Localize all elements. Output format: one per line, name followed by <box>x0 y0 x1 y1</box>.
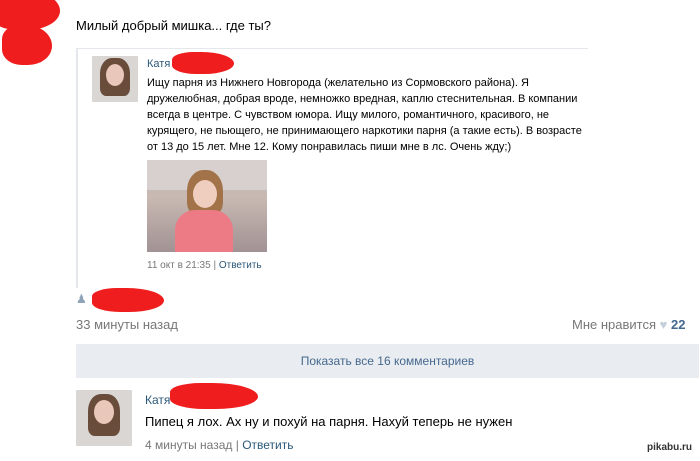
comment-text: Пипец я лох. Ах ну и похуй на парня. Нах… <box>145 414 513 429</box>
user-icon: ♟ <box>76 292 87 306</box>
comment-author[interactable]: Катя <box>145 393 170 407</box>
attached-photo[interactable] <box>147 160 267 252</box>
repost-time[interactable]: 33 минуты назад <box>76 317 178 332</box>
show-all-comments-button[interactable]: Показать все 16 комментариев <box>76 344 699 378</box>
like-label: Мне нравится <box>572 317 657 332</box>
post-title: Милый добрый мишка... где ты? <box>76 18 271 33</box>
watermark: pikabu.ru <box>647 442 693 453</box>
quoted-text: Ищу парня из Нижнего Новгорода (желатель… <box>147 77 582 153</box>
censor-scribble <box>170 383 258 409</box>
quoted-meta: 11 окт в 21:35 | Ответить <box>147 260 262 271</box>
meta-separator: | <box>213 260 217 271</box>
censor-scribble <box>172 52 234 74</box>
show-all-label: Показать все 16 комментариев <box>300 354 475 368</box>
comment-avatar[interactable] <box>76 390 132 446</box>
quote-divider <box>76 48 588 49</box>
censor-scribble <box>2 25 52 65</box>
like-count: 22 <box>670 317 686 332</box>
censor-scribble <box>92 288 164 312</box>
meta-separator: | <box>235 438 239 452</box>
like-button[interactable]: Мне нравится ♥ 22 <box>572 317 685 332</box>
comment-reply-link[interactable]: Ответить <box>242 438 293 452</box>
comment-time[interactable]: 4 минуты назад <box>145 438 232 452</box>
heart-icon: ♥ <box>659 317 668 332</box>
quoted-author[interactable]: Катя <box>147 58 170 70</box>
comment-meta: 4 минуты назад | Ответить <box>145 438 294 452</box>
quote-bar <box>76 48 78 288</box>
avatar[interactable] <box>92 56 138 102</box>
quoted-time[interactable]: 11 окт в 21:35 <box>147 260 211 271</box>
reply-link[interactable]: Ответить <box>219 260 262 271</box>
